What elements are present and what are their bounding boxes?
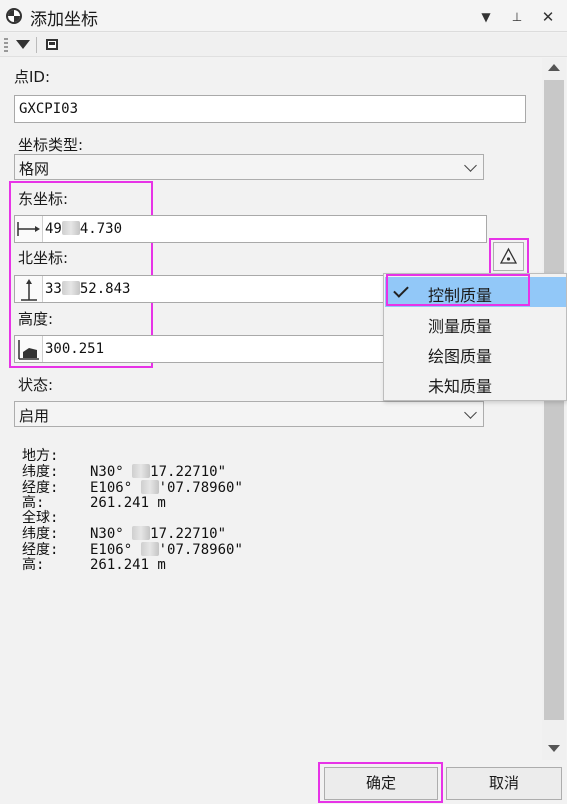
close-icon[interactable]: ✕ bbox=[539, 8, 557, 26]
chevron-down-icon[interactable]: ▼ bbox=[477, 8, 495, 26]
north-label: 北坐标: bbox=[18, 249, 69, 267]
east-value: 49 bbox=[45, 221, 62, 237]
grip-handle-icon[interactable] bbox=[4, 38, 8, 52]
status-select[interactable]: 启用 bbox=[14, 401, 484, 427]
east-label: 东坐标: bbox=[18, 190, 69, 208]
global-lat-row: 纬度: N30° 17.22710" bbox=[22, 526, 243, 542]
lon-sec: '07.78960" bbox=[158, 480, 243, 496]
lon-sec: '07.78960" bbox=[158, 542, 243, 558]
coord-type-label: 坐标类型: bbox=[18, 136, 84, 154]
scroll-down-arrow-icon[interactable] bbox=[542, 738, 566, 758]
chevron-down-icon bbox=[464, 159, 477, 172]
h-value: 261.241 m bbox=[90, 495, 166, 511]
menu-item-survey-quality[interactable]: 测量质量 bbox=[385, 308, 566, 338]
h-value: 261.241 m bbox=[90, 557, 166, 573]
pin-icon[interactable]: ⊥ bbox=[508, 8, 526, 26]
lon-deg: E106° bbox=[90, 480, 133, 496]
redacted-block bbox=[140, 480, 159, 494]
local-lon-row: 经度: E106° '07.78960" bbox=[22, 480, 243, 496]
lat-sec: 17.22710" bbox=[150, 464, 227, 480]
menu-item-label: 未知质量 bbox=[428, 377, 493, 396]
local-header: 地方: bbox=[22, 448, 59, 464]
redacted-block bbox=[61, 281, 80, 295]
east-input[interactable]: 49 4.730 bbox=[14, 215, 487, 243]
lat-label: 纬度: bbox=[22, 464, 59, 480]
lat-label: 纬度: bbox=[22, 526, 59, 542]
position-info: 地方: 纬度: N30° 17.22710" 经度: E106° '07.78960" 高… bbox=[22, 434, 243, 588]
redacted-block bbox=[61, 221, 80, 235]
app-icon bbox=[6, 8, 22, 24]
north-axis-icon bbox=[15, 276, 43, 302]
east-axis-icon bbox=[15, 216, 43, 242]
vertical-scrollbar[interactable] bbox=[542, 58, 566, 760]
local-h-row: 高: 261.241 m bbox=[22, 496, 243, 511]
toolbar-divider bbox=[36, 37, 37, 53]
menu-item-mapping-quality[interactable]: 绘图质量 bbox=[385, 338, 566, 368]
menu-item-highlight bbox=[386, 274, 530, 306]
scroll-up-arrow-icon[interactable] bbox=[542, 58, 566, 78]
height-value: 300.251 bbox=[45, 341, 105, 357]
menu-item-label: 绘图质量 bbox=[428, 347, 493, 366]
title-bar: 添加坐标 ▼ ⊥ ✕ bbox=[0, 0, 567, 32]
global-lon-row: 经度: E106° '07.78960" bbox=[22, 542, 243, 558]
lon-deg: E106° bbox=[90, 542, 133, 558]
point-id-input[interactable]: GXCPI03 bbox=[14, 95, 526, 123]
global-header: 全球: bbox=[22, 510, 59, 526]
status-label: 状态: bbox=[18, 376, 54, 394]
quality-button[interactable] bbox=[493, 242, 524, 271]
menu-item-label: 测量质量 bbox=[428, 317, 493, 336]
h-label: 高: bbox=[22, 557, 45, 573]
status-value: 启用 bbox=[19, 407, 50, 425]
h-label: 高: bbox=[22, 495, 45, 511]
local-lat-row: 纬度: N30° 17.22710" bbox=[22, 464, 243, 480]
lat-deg: N30° bbox=[90, 526, 124, 542]
redacted-block bbox=[132, 526, 151, 540]
global-h-row: 高: 261.241 m bbox=[22, 558, 243, 573]
cancel-button[interactable]: 取消 bbox=[446, 767, 562, 800]
coord-type-value: 格网 bbox=[19, 160, 50, 178]
point-id-label: 点ID: bbox=[14, 68, 51, 86]
height-icon bbox=[15, 336, 43, 362]
warning-triangle-icon bbox=[499, 247, 518, 264]
chevron-down-icon bbox=[464, 406, 477, 419]
toolbar bbox=[0, 33, 567, 57]
redacted-block bbox=[140, 542, 159, 556]
lat-sec: 17.22710" bbox=[150, 526, 227, 542]
east-value-tail: 4.730 bbox=[79, 221, 123, 237]
north-input[interactable]: 33 52.843 bbox=[14, 275, 387, 303]
window-icon[interactable] bbox=[46, 39, 58, 50]
menu-item-unknown-quality[interactable]: 未知质量 bbox=[385, 368, 566, 398]
coord-type-select[interactable]: 格网 bbox=[14, 154, 484, 180]
ok-button-highlight bbox=[318, 762, 443, 803]
north-value: 33 bbox=[45, 281, 62, 297]
north-value-tail: 52.843 bbox=[79, 281, 131, 297]
lon-label: 经度: bbox=[22, 480, 59, 496]
lat-deg: N30° bbox=[90, 464, 124, 480]
height-input[interactable]: 300.251 bbox=[14, 335, 387, 363]
window-title: 添加坐标 bbox=[30, 10, 98, 30]
redacted-block bbox=[132, 464, 151, 478]
dropdown-triangle-icon[interactable] bbox=[16, 40, 30, 49]
height-label: 高度: bbox=[18, 310, 54, 328]
lon-label: 经度: bbox=[22, 542, 59, 558]
